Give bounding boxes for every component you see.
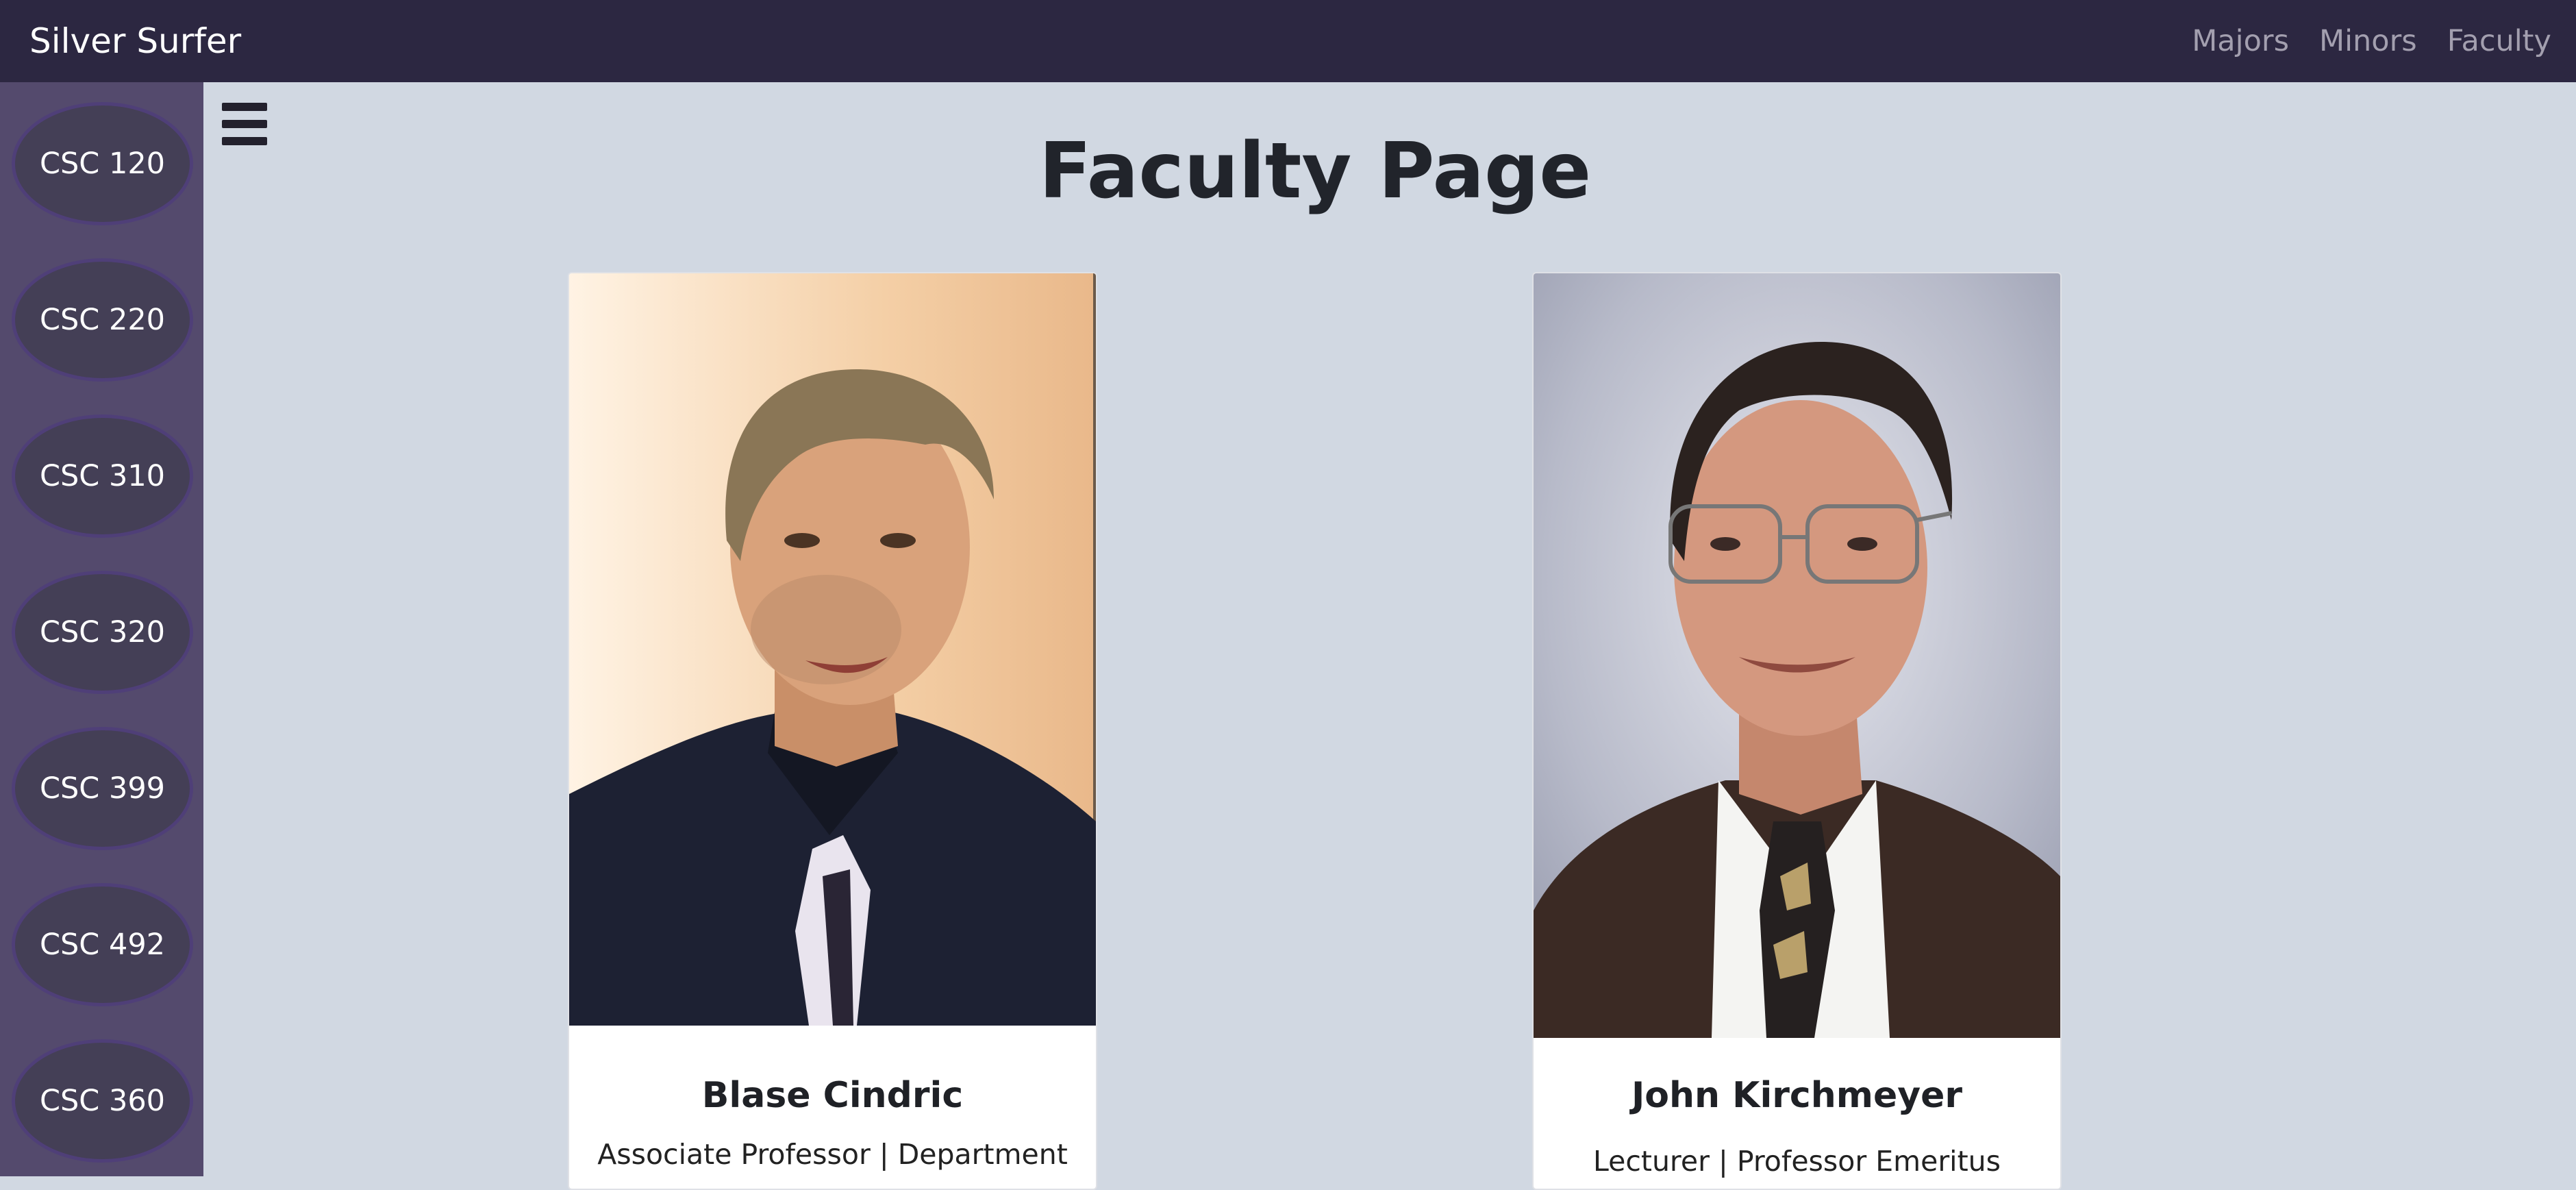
faculty-card: Blase Cindric Associate Professor | Depa…: [568, 272, 1097, 1190]
top-navbar: Silver Surfer Majors Minors Faculty: [0, 0, 2576, 82]
sidebar-course-csc-360[interactable]: CSC 360: [12, 1039, 193, 1163]
sidebar-course-csc-220[interactable]: CSC 220: [12, 258, 193, 382]
page-title: Faculty Page: [1038, 127, 1592, 216]
sidebar-course-csc-492[interactable]: CSC 492: [12, 883, 193, 1006]
sidebar-course-csc-320[interactable]: CSC 320: [12, 571, 193, 694]
nav-links: Majors Minors Faculty: [2192, 24, 2551, 58]
faculty-role: Lecturer | Professor Emeritus: [1592, 1145, 2001, 1178]
faculty-name: John Kirchmeyer: [1631, 1075, 1963, 1116]
course-sidebar: CSC 120 CSC 220 CSC 310 CSC 320 CSC 399 …: [0, 82, 203, 1176]
sidebar-course-csc-120[interactable]: CSC 120: [12, 102, 193, 225]
faculty-card: John Kirchmeyer Lecturer | Professor Eme…: [1532, 272, 2062, 1190]
sidebar-course-csc-310[interactable]: CSC 310: [12, 414, 193, 538]
nav-link-faculty[interactable]: Faculty: [2447, 24, 2551, 58]
sidebar-course-csc-399[interactable]: CSC 399: [12, 727, 193, 850]
brand-link[interactable]: Silver Surfer: [29, 21, 241, 61]
faculty-photo: [1534, 273, 2060, 1038]
nav-link-majors[interactable]: Majors: [2192, 24, 2289, 58]
faculty-name: Blase Cindric: [701, 1075, 964, 1116]
faculty-photo: [569, 273, 1096, 1026]
nav-link-minors[interactable]: Minors: [2319, 24, 2417, 58]
faculty-role: Associate Professor | Department: [597, 1138, 1068, 1171]
